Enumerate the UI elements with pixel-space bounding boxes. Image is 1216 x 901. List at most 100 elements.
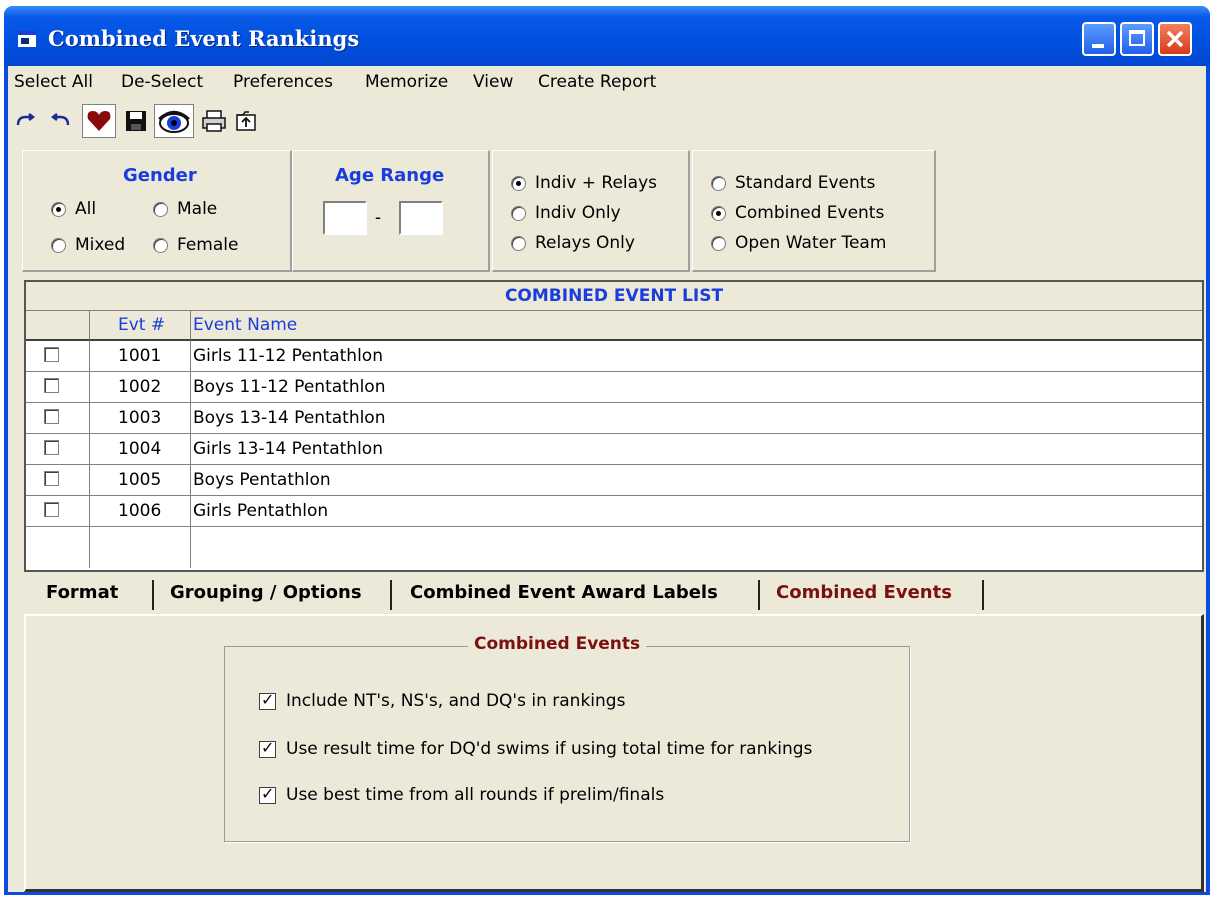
event-name: Boys 13-14 Pentathlon xyxy=(193,408,386,428)
evt-number: 1003 xyxy=(90,403,191,433)
minimize-button[interactable] xyxy=(1082,22,1116,56)
indiv-relays-radio[interactable]: Indiv + Relays xyxy=(511,173,657,193)
combined-events-radio[interactable]: Combined Events xyxy=(711,203,884,223)
row-checkbox[interactable] xyxy=(44,347,59,362)
table-row[interactable]: 1001 Girls 11-12 Pentathlon xyxy=(26,341,1202,372)
minimize-icon xyxy=(1092,44,1104,48)
column-header-select[interactable] xyxy=(26,311,90,341)
table-row[interactable]: 1002 Boys 11-12 Pentathlon xyxy=(26,372,1202,403)
age-separator: - xyxy=(375,207,381,227)
event-name: Girls 13-14 Pentathlon xyxy=(193,439,383,459)
radio-label: Indiv Only xyxy=(535,203,621,223)
radio-indicator xyxy=(153,201,168,217)
table-row[interactable]: 1005 Boys Pentathlon xyxy=(26,465,1202,496)
tab-divider xyxy=(758,580,760,610)
save-icon xyxy=(126,111,146,131)
radio-indicator xyxy=(153,237,168,253)
app-window: Combined Event Rankings Select All De-Se… xyxy=(4,6,1210,895)
menu-bar: Select All De-Select Preferences Memoriz… xyxy=(8,66,1206,98)
print-button[interactable] xyxy=(198,104,230,138)
radio-indicator xyxy=(51,237,66,253)
age-to-input[interactable] xyxy=(399,201,443,235)
radio-indicator xyxy=(711,235,726,251)
menu-preferences[interactable]: Preferences xyxy=(233,72,333,92)
menu-select-all[interactable]: Select All xyxy=(14,72,93,92)
table-row-empty xyxy=(26,527,1202,568)
radio-indicator xyxy=(51,201,66,217)
indiv-only-radio[interactable]: Indiv Only xyxy=(511,203,621,223)
age-range-group: Age Range - xyxy=(292,150,490,272)
event-category-group: Standard Events Combined Events Open Wat… xyxy=(692,150,936,272)
radio-label: Mixed xyxy=(75,235,126,255)
export-button[interactable] xyxy=(230,104,262,138)
checkbox-indicator xyxy=(259,738,276,758)
include-nt-ns-dq-checkbox[interactable]: Include NT's, NS's, and DQ's in rankings xyxy=(259,690,626,711)
tab-divider xyxy=(152,580,154,610)
radio-indicator xyxy=(511,235,526,251)
window-title: Combined Event Rankings xyxy=(48,26,360,51)
window-client: Select All De-Select Preferences Memoriz… xyxy=(8,66,1206,892)
table-row[interactable]: 1006 Girls Pentathlon xyxy=(26,496,1202,527)
row-checkbox[interactable] xyxy=(44,440,59,455)
use-result-time-checkbox[interactable]: Use result time for DQ'd swims if using … xyxy=(259,738,812,759)
menu-memorize[interactable]: Memorize xyxy=(365,72,448,92)
radio-label: All xyxy=(75,199,97,219)
menu-create-report[interactable]: Create Report xyxy=(538,72,656,92)
standard-events-radio[interactable]: Standard Events xyxy=(711,173,875,193)
checkbox-label: Include NT's, NS's, and DQ's in rankings xyxy=(286,691,626,711)
redo-button[interactable] xyxy=(10,104,42,138)
close-button[interactable] xyxy=(1158,22,1192,56)
undo-button[interactable] xyxy=(44,104,76,138)
checkbox-indicator xyxy=(259,784,276,804)
combined-events-panel: Combined Events Include NT's, NS's, and … xyxy=(24,614,1204,892)
radio-label: Relays Only xyxy=(535,233,635,253)
menu-view[interactable]: View xyxy=(473,72,513,92)
view-button[interactable] xyxy=(154,104,194,138)
column-header-evt[interactable]: Evt # xyxy=(90,311,191,341)
evt-number: 1001 xyxy=(90,341,191,371)
toolbar xyxy=(8,98,1206,146)
save-button[interactable] xyxy=(120,104,152,138)
title-bar[interactable]: Combined Event Rankings xyxy=(4,6,1210,66)
radio-indicator xyxy=(711,175,726,191)
redo-icon xyxy=(16,113,35,126)
gender-all-radio[interactable]: All xyxy=(51,199,96,219)
radio-label: Female xyxy=(177,235,239,255)
gender-male-radio[interactable]: Male xyxy=(153,199,217,219)
row-checkbox[interactable] xyxy=(44,471,59,486)
app-icon xyxy=(18,31,36,47)
print-icon xyxy=(202,110,226,132)
row-checkbox[interactable] xyxy=(44,378,59,393)
evt-number: 1005 xyxy=(90,465,191,495)
age-from-input[interactable] xyxy=(323,201,367,235)
tab-divider xyxy=(390,580,392,610)
open-water-team-radio[interactable]: Open Water Team xyxy=(711,233,886,253)
radio-indicator xyxy=(711,205,726,221)
combined-events-fieldset: Combined Events Include NT's, NS's, and … xyxy=(224,634,910,842)
use-best-time-checkbox[interactable]: Use best time from all rounds if prelim/… xyxy=(259,784,664,805)
tab-grouping-options[interactable]: Grouping / Options xyxy=(170,582,362,603)
gender-mixed-radio[interactable]: Mixed xyxy=(51,235,125,255)
table-row[interactable]: 1004 Girls 13-14 Pentathlon xyxy=(26,434,1202,465)
undo-icon xyxy=(51,113,70,126)
tab-combined-events[interactable]: Combined Events xyxy=(776,582,952,603)
maximize-button[interactable] xyxy=(1120,22,1154,56)
column-header-event-name[interactable]: Event Name xyxy=(191,311,1202,341)
row-checkbox[interactable] xyxy=(44,409,59,424)
event-list-title: COMBINED EVENT LIST xyxy=(26,282,1202,311)
row-checkbox[interactable] xyxy=(44,502,59,517)
tab-format[interactable]: Format xyxy=(46,582,118,603)
maximize-icon xyxy=(1129,30,1145,46)
memorize-button[interactable] xyxy=(82,104,116,138)
radio-indicator xyxy=(511,175,526,191)
relays-only-radio[interactable]: Relays Only xyxy=(511,233,635,253)
tab-strip: Format Grouping / Options Combined Event… xyxy=(24,574,1204,614)
table-row[interactable]: 1003 Boys 13-14 Pentathlon xyxy=(26,403,1202,434)
radio-label: Combined Events xyxy=(735,203,885,223)
radio-label: Indiv + Relays xyxy=(535,173,657,193)
tab-award-labels[interactable]: Combined Event Award Labels xyxy=(410,582,718,603)
radio-label: Standard Events xyxy=(735,173,876,193)
menu-de-select[interactable]: De-Select xyxy=(121,72,203,92)
event-name: Boys 11-12 Pentathlon xyxy=(193,377,386,397)
gender-female-radio[interactable]: Female xyxy=(153,235,238,255)
